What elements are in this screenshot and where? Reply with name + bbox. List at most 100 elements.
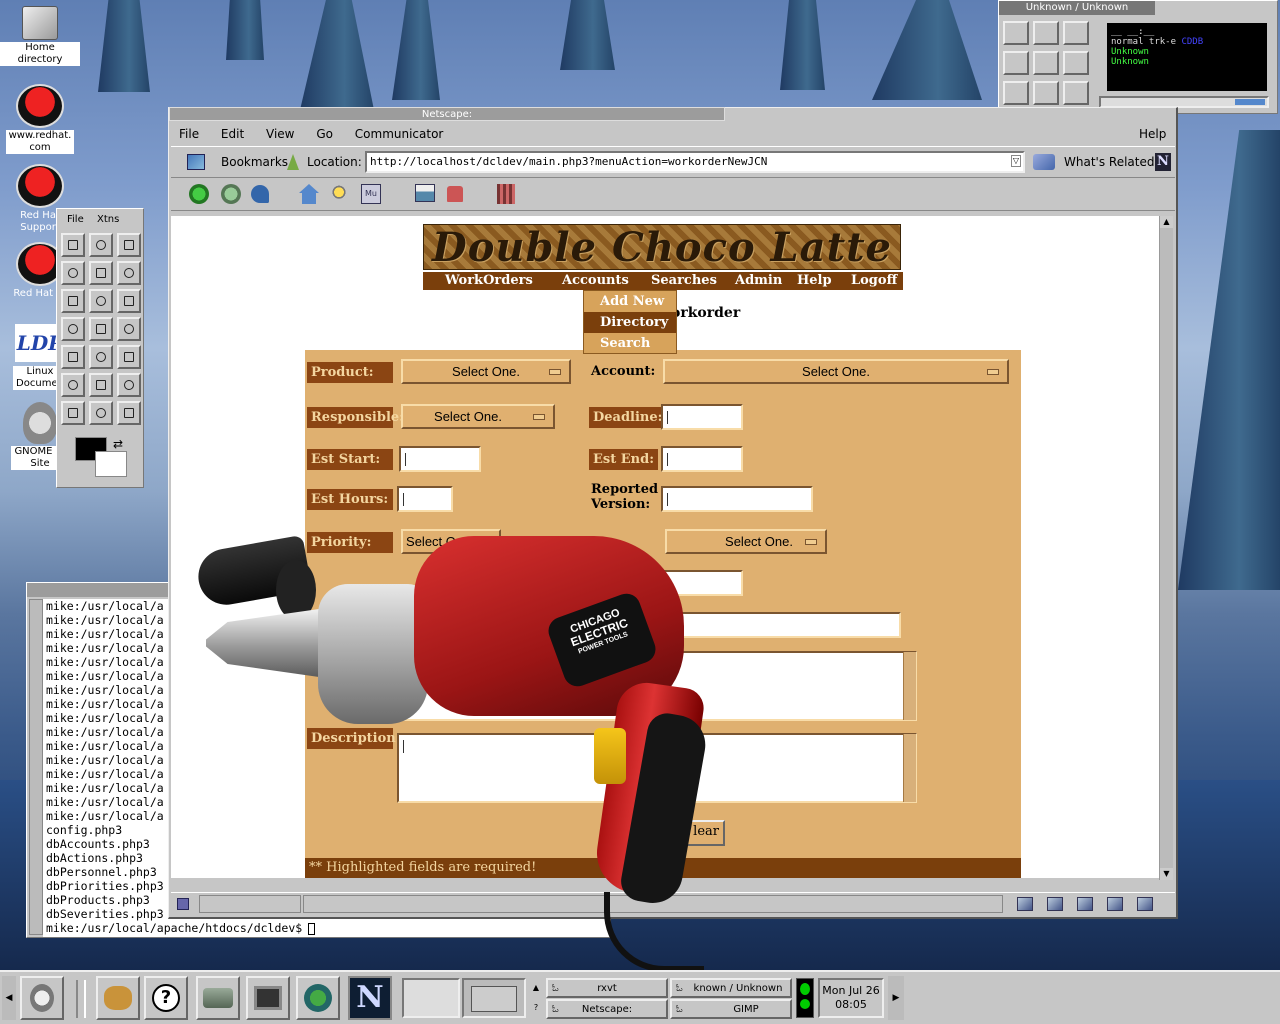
bezier-tool-icon[interactable] [89, 261, 113, 285]
nav-accounts[interactable]: Accounts [562, 273, 629, 288]
panel-hide-left-icon[interactable]: ◀ [2, 976, 16, 1020]
dropdown-add-new[interactable]: Add New [584, 291, 676, 312]
bookmarks-icon[interactable] [187, 154, 205, 170]
color-picker-tool-icon[interactable] [61, 345, 85, 369]
search-icon[interactable] [331, 185, 351, 203]
bucket-fill-tool-icon[interactable] [89, 345, 113, 369]
back-icon[interactable] [189, 184, 209, 204]
xmms-prev-icon[interactable] [1003, 51, 1029, 75]
component-bar-icon[interactable] [1077, 897, 1093, 911]
updater-launcher[interactable] [296, 976, 340, 1020]
scroll-down-icon[interactable]: ▼ [1160, 868, 1173, 880]
forward-icon[interactable] [221, 184, 241, 204]
xmms-down-icon[interactable] [1063, 51, 1089, 75]
responsible-select[interactable]: Select One. [401, 404, 555, 429]
description-scrollbar[interactable] [903, 734, 916, 802]
scissors-tool-icon[interactable] [117, 261, 141, 285]
security-icon[interactable] [447, 186, 463, 202]
clone-tool-icon[interactable] [89, 401, 113, 425]
nav-admin[interactable]: Admin [735, 273, 782, 288]
page-scrollbar[interactable]: ▲ ▼ [1159, 216, 1173, 880]
nav-workorders[interactable]: WorkOrders [445, 273, 533, 288]
whats-related-icon[interactable] [1033, 154, 1055, 170]
magnify-tool-icon[interactable] [89, 289, 113, 313]
bookmarks-button[interactable]: Bookmarks [221, 155, 288, 169]
xmms-eject-icon[interactable] [1063, 21, 1089, 45]
stop-icon[interactable] [497, 184, 515, 204]
pencil-line-tool-icon[interactable] [117, 289, 141, 313]
xmms-playlist-icon[interactable] [1003, 81, 1029, 105]
smudge-tool-icon[interactable] [117, 401, 141, 425]
menu-communicator[interactable]: Communicator [355, 127, 444, 141]
nav-help[interactable]: Help [797, 273, 832, 288]
airbrush-tool-icon[interactable] [61, 401, 85, 425]
notes-scrollbar[interactable] [903, 652, 916, 720]
component-bar-icon[interactable] [1047, 897, 1063, 911]
xmms-play-icon[interactable] [1003, 21, 1029, 45]
netscape-logo-icon[interactable]: N [1155, 153, 1171, 171]
magic-wand-tool-icon[interactable] [61, 261, 85, 285]
reload-icon[interactable] [251, 185, 269, 203]
my-netscape-icon[interactable]: Mu [361, 184, 381, 204]
netscape-launcher[interactable]: N [348, 976, 392, 1020]
url-dropdown-icon[interactable]: ▽ [1011, 155, 1021, 167]
menu-help[interactable]: Help [1139, 127, 1166, 141]
ellipse-select-tool-icon[interactable] [89, 233, 113, 257]
url-field[interactable]: http://localhost/dcldev/main.php3?menuAc… [365, 151, 1025, 173]
help-launcher[interactable]: ? [144, 976, 188, 1020]
terminal-launcher[interactable] [246, 976, 290, 1020]
tasklist-arrows[interactable]: ▲? [530, 978, 542, 1018]
print-icon[interactable] [415, 184, 435, 202]
pager-workspace-1[interactable] [402, 978, 460, 1018]
terminal-scrollbar[interactable] [29, 599, 43, 935]
whats-related-button[interactable]: What's Related [1064, 155, 1154, 169]
deadline-input[interactable] [661, 404, 743, 430]
pencil-tool-icon[interactable] [61, 373, 85, 397]
lasso-tool-icon[interactable] [117, 233, 141, 257]
rect-select-tool-icon[interactable] [61, 233, 85, 257]
menu-edit[interactable]: Edit [221, 127, 244, 141]
est-hours-input[interactable] [397, 486, 453, 512]
clock[interactable]: Mon Jul 26 08:05 [818, 978, 884, 1018]
nav-searches[interactable]: Searches [651, 273, 717, 288]
eraser-tool-icon[interactable] [117, 373, 141, 397]
component-bar-icon[interactable] [1017, 897, 1033, 911]
reported-version-input[interactable] [661, 486, 813, 512]
gnome-menu-button[interactable] [20, 976, 64, 1020]
gimp-launcher[interactable] [96, 976, 140, 1020]
task-xmms[interactable]: ಓ known / Unknown [670, 978, 792, 998]
account-select[interactable]: Select One. [663, 359, 1009, 384]
product-select[interactable]: Select One. [401, 359, 571, 384]
est-start-input[interactable] [399, 446, 481, 472]
menu-view[interactable]: View [266, 127, 294, 141]
redhat-web-icon[interactable]: www.redhat. com [0, 80, 80, 154]
nav-logoff[interactable]: Logoff [851, 273, 897, 288]
settings-launcher[interactable] [196, 976, 240, 1020]
dropdown-directory[interactable]: Directory [584, 312, 676, 333]
menu-file[interactable]: File [179, 127, 199, 141]
task-rxvt[interactable]: ಓ rxvt [546, 978, 668, 998]
task-gimp[interactable]: ಓ GIMP [670, 999, 792, 1019]
component-bar-icon[interactable] [1137, 897, 1153, 911]
crop-tool-icon[interactable] [61, 317, 85, 341]
panel-hide-right-icon[interactable]: ▶ [888, 976, 904, 1020]
xmms-next-icon[interactable] [1033, 51, 1059, 75]
pager-workspace-2[interactable] [462, 978, 526, 1018]
est-end-input[interactable] [661, 446, 743, 472]
xmms-stop-icon[interactable] [1033, 21, 1059, 45]
text-tool-icon[interactable] [117, 317, 141, 341]
home-directory-icon[interactable]: Home directory [0, 4, 80, 66]
xmms-exit-icon[interactable] [1063, 81, 1089, 105]
flip-tool-icon[interactable] [89, 317, 113, 341]
blend-tool-icon[interactable] [117, 345, 141, 369]
dropdown-search[interactable]: Search [584, 333, 676, 354]
xmms-equalizer-icon[interactable] [1033, 81, 1059, 105]
swap-colors-icon[interactable]: ⇄ [113, 437, 123, 451]
component-bar-icon[interactable] [1107, 897, 1123, 911]
menu-go[interactable]: Go [316, 127, 333, 141]
scroll-up-icon[interactable]: ▲ [1160, 216, 1173, 228]
paintbrush-tool-icon[interactable] [89, 373, 113, 397]
gimp-menu-file[interactable]: File [67, 211, 84, 229]
gimp-menu-xtns[interactable]: Xtns [97, 211, 119, 229]
task-netscape[interactable]: ಓ Netscape: [546, 999, 668, 1019]
